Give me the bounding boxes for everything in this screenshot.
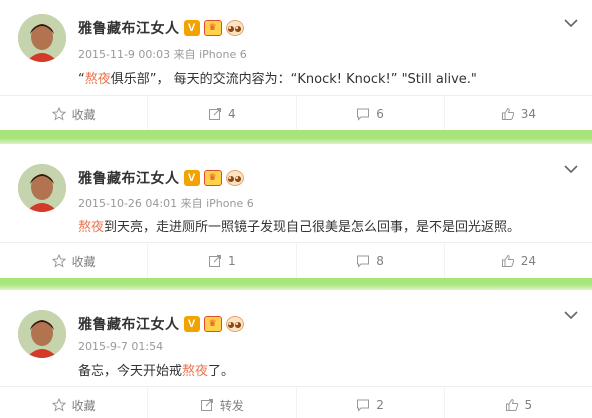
repost-icon xyxy=(209,108,222,120)
like-count: 5 xyxy=(524,398,533,412)
star-icon xyxy=(51,254,66,268)
like-button[interactable]: 24 xyxy=(443,243,592,279)
repost-button[interactable]: 1 xyxy=(147,243,295,279)
weibo-post-1: 雅鲁藏布江女人 V ♛ ◕◕ 2015-11-9 00:03 来自 iPhone… xyxy=(0,0,592,132)
author-name[interactable]: 雅鲁藏布江女人 xyxy=(78,314,180,334)
weibo-post-2: 雅鲁藏布江女人 V ♛ ◕◕ 2015-10-26 04:01 来自 iPhon… xyxy=(0,144,592,279)
repost-label: 转发 xyxy=(219,398,244,413)
emoji-face-icon[interactable]: ◕◕ xyxy=(225,20,244,36)
avatar[interactable] xyxy=(18,14,66,62)
weibo-post-3: 雅鲁藏布江女人 V ♛ ◕◕ 2015-9-7 01:54 备忘，今天开始戒熬夜… xyxy=(0,290,592,418)
comment-count: 2 xyxy=(376,398,384,412)
author-name[interactable]: 雅鲁藏布江女人 xyxy=(78,168,180,188)
chevron-down-icon[interactable] xyxy=(564,310,578,320)
post-meta: 2015-10-26 04:01 来自 iPhone 6 xyxy=(78,197,254,210)
post-meta: 2015-9-7 01:54 xyxy=(78,340,164,353)
avatar[interactable] xyxy=(18,164,66,212)
repost-button[interactable]: 转发 xyxy=(147,387,295,418)
favorite-label: 收藏 xyxy=(71,398,96,413)
favorite-button[interactable]: 收藏 xyxy=(0,387,147,418)
favorite-label: 收藏 xyxy=(71,254,96,269)
like-button[interactable]: 34 xyxy=(443,96,592,132)
vip-crown-icon[interactable]: ♛ xyxy=(203,316,222,332)
highlight-keyword[interactable]: 熬夜 xyxy=(182,364,208,379)
post-text: 备忘，今天开始戒熬夜了。 xyxy=(78,364,235,379)
repost-icon xyxy=(200,399,213,411)
chevron-down-icon[interactable] xyxy=(564,164,578,174)
vip-crown-icon[interactable]: ♛ xyxy=(203,20,222,36)
like-count: 34 xyxy=(520,107,537,121)
like-count: 24 xyxy=(520,254,537,268)
post-meta: 2015-11-9 00:03 来自 iPhone 6 xyxy=(78,48,247,61)
post-text: “熬夜俱乐部”， 每天的交流内容为：“Knock! Knock!” "Still… xyxy=(78,72,477,87)
card-separator xyxy=(0,278,592,290)
comment-button[interactable]: 6 xyxy=(295,96,444,132)
emoji-face-icon[interactable]: ◕◕ xyxy=(225,170,244,186)
like-button[interactable]: 5 xyxy=(443,387,592,418)
star-icon xyxy=(51,398,66,412)
comment-count: 6 xyxy=(376,107,384,121)
repost-icon xyxy=(209,255,222,267)
chevron-down-icon[interactable] xyxy=(564,18,578,28)
comment-icon xyxy=(357,108,370,121)
repost-button[interactable]: 4 xyxy=(147,96,295,132)
comment-icon xyxy=(357,399,370,412)
card-separator xyxy=(0,130,592,144)
comment-count: 8 xyxy=(376,254,384,268)
favorite-button[interactable]: 收藏 xyxy=(0,96,147,132)
comment-icon xyxy=(357,255,370,268)
comment-button[interactable]: 8 xyxy=(295,243,444,279)
verified-badge-icon[interactable]: V xyxy=(183,170,200,186)
thumbs-up-icon xyxy=(501,107,514,120)
repost-count: 1 xyxy=(228,254,236,268)
favorite-label: 收藏 xyxy=(71,107,96,122)
favorite-button[interactable]: 收藏 xyxy=(0,243,147,279)
thumbs-up-icon xyxy=(505,398,518,411)
emoji-face-icon[interactable]: ◕◕ xyxy=(225,316,244,332)
verified-badge-icon[interactable]: V xyxy=(183,20,200,36)
star-icon xyxy=(51,107,66,121)
post-text: 熬夜到天亮，走进厕所一照镜子发现自己很美是怎么回事，是不是回光返照。 xyxy=(78,220,521,235)
comment-button[interactable]: 2 xyxy=(295,387,444,418)
highlight-keyword[interactable]: 熬夜 xyxy=(85,72,111,87)
vip-crown-icon[interactable]: ♛ xyxy=(203,170,222,186)
author-name[interactable]: 雅鲁藏布江女人 xyxy=(78,18,180,38)
highlight-keyword[interactable]: 熬夜 xyxy=(78,220,104,235)
avatar[interactable] xyxy=(18,310,66,358)
verified-badge-icon[interactable]: V xyxy=(183,316,200,332)
repost-count: 4 xyxy=(228,107,236,121)
thumbs-up-icon xyxy=(501,254,514,267)
